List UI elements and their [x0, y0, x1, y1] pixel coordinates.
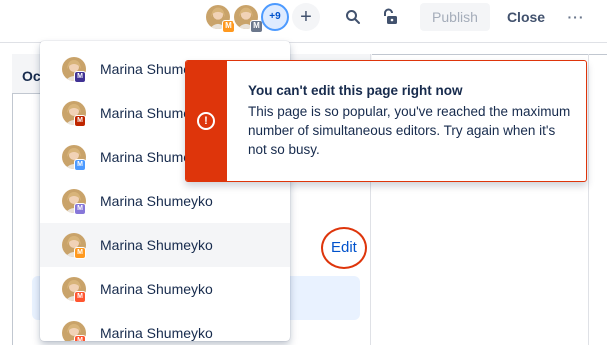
more-collaborators-count[interactable]: +9	[261, 3, 289, 31]
avatar-badge: M	[74, 115, 86, 127]
table-column-divider	[588, 54, 589, 345]
editor-toolbar: M M +9 + Publish Close ···	[0, 0, 607, 36]
add-collaborator-button[interactable]: +	[292, 3, 320, 31]
more-icon: ···	[567, 9, 585, 25]
collaborator-name: Marina Shumeyko	[100, 325, 213, 341]
avatar-badge: M	[74, 71, 86, 83]
avatar-badge: M	[74, 291, 86, 303]
table-header-cell: Oc	[22, 68, 41, 84]
close-button[interactable]: Close	[500, 3, 552, 31]
error-icon: !	[197, 112, 215, 130]
collaborator-name: Marina Shumeyko	[100, 237, 213, 253]
publish-button[interactable]: Publish	[420, 3, 490, 31]
avatar-badge: M	[74, 335, 86, 341]
collaborator-name: Marina Shumeyko	[100, 193, 213, 209]
error-flag-message: This page is so popular, you've reached …	[248, 104, 571, 157]
annotation-circle	[321, 227, 367, 269]
more-actions-button[interactable]: ···	[564, 3, 588, 31]
avatar-badge: M	[74, 203, 86, 215]
error-flag-accent: !	[186, 61, 227, 181]
avatar-badge: M	[74, 159, 86, 171]
search-button[interactable]	[341, 3, 365, 31]
unlock-icon	[384, 8, 397, 24]
collaborator-list-item[interactable]: M Marina Shumeyko	[40, 223, 290, 267]
collaborator-list-item[interactable]: M Marina Shumeyko	[40, 179, 290, 223]
collaborator-list-item[interactable]: M Marina Shumeyko	[40, 267, 290, 311]
avatar-badge: M	[74, 247, 86, 259]
error-flag: ! You can't edit this page right now Thi…	[185, 60, 587, 182]
collaborator-list-item[interactable]: M Marina Shumeyko	[40, 311, 290, 341]
error-flag-title: You can't edit this page right now	[248, 83, 463, 98]
collaborator-name: Marina Shumeyko	[100, 281, 213, 297]
search-icon	[346, 10, 360, 24]
plus-icon: +	[300, 5, 312, 28]
restrictions-button[interactable]	[378, 3, 402, 31]
